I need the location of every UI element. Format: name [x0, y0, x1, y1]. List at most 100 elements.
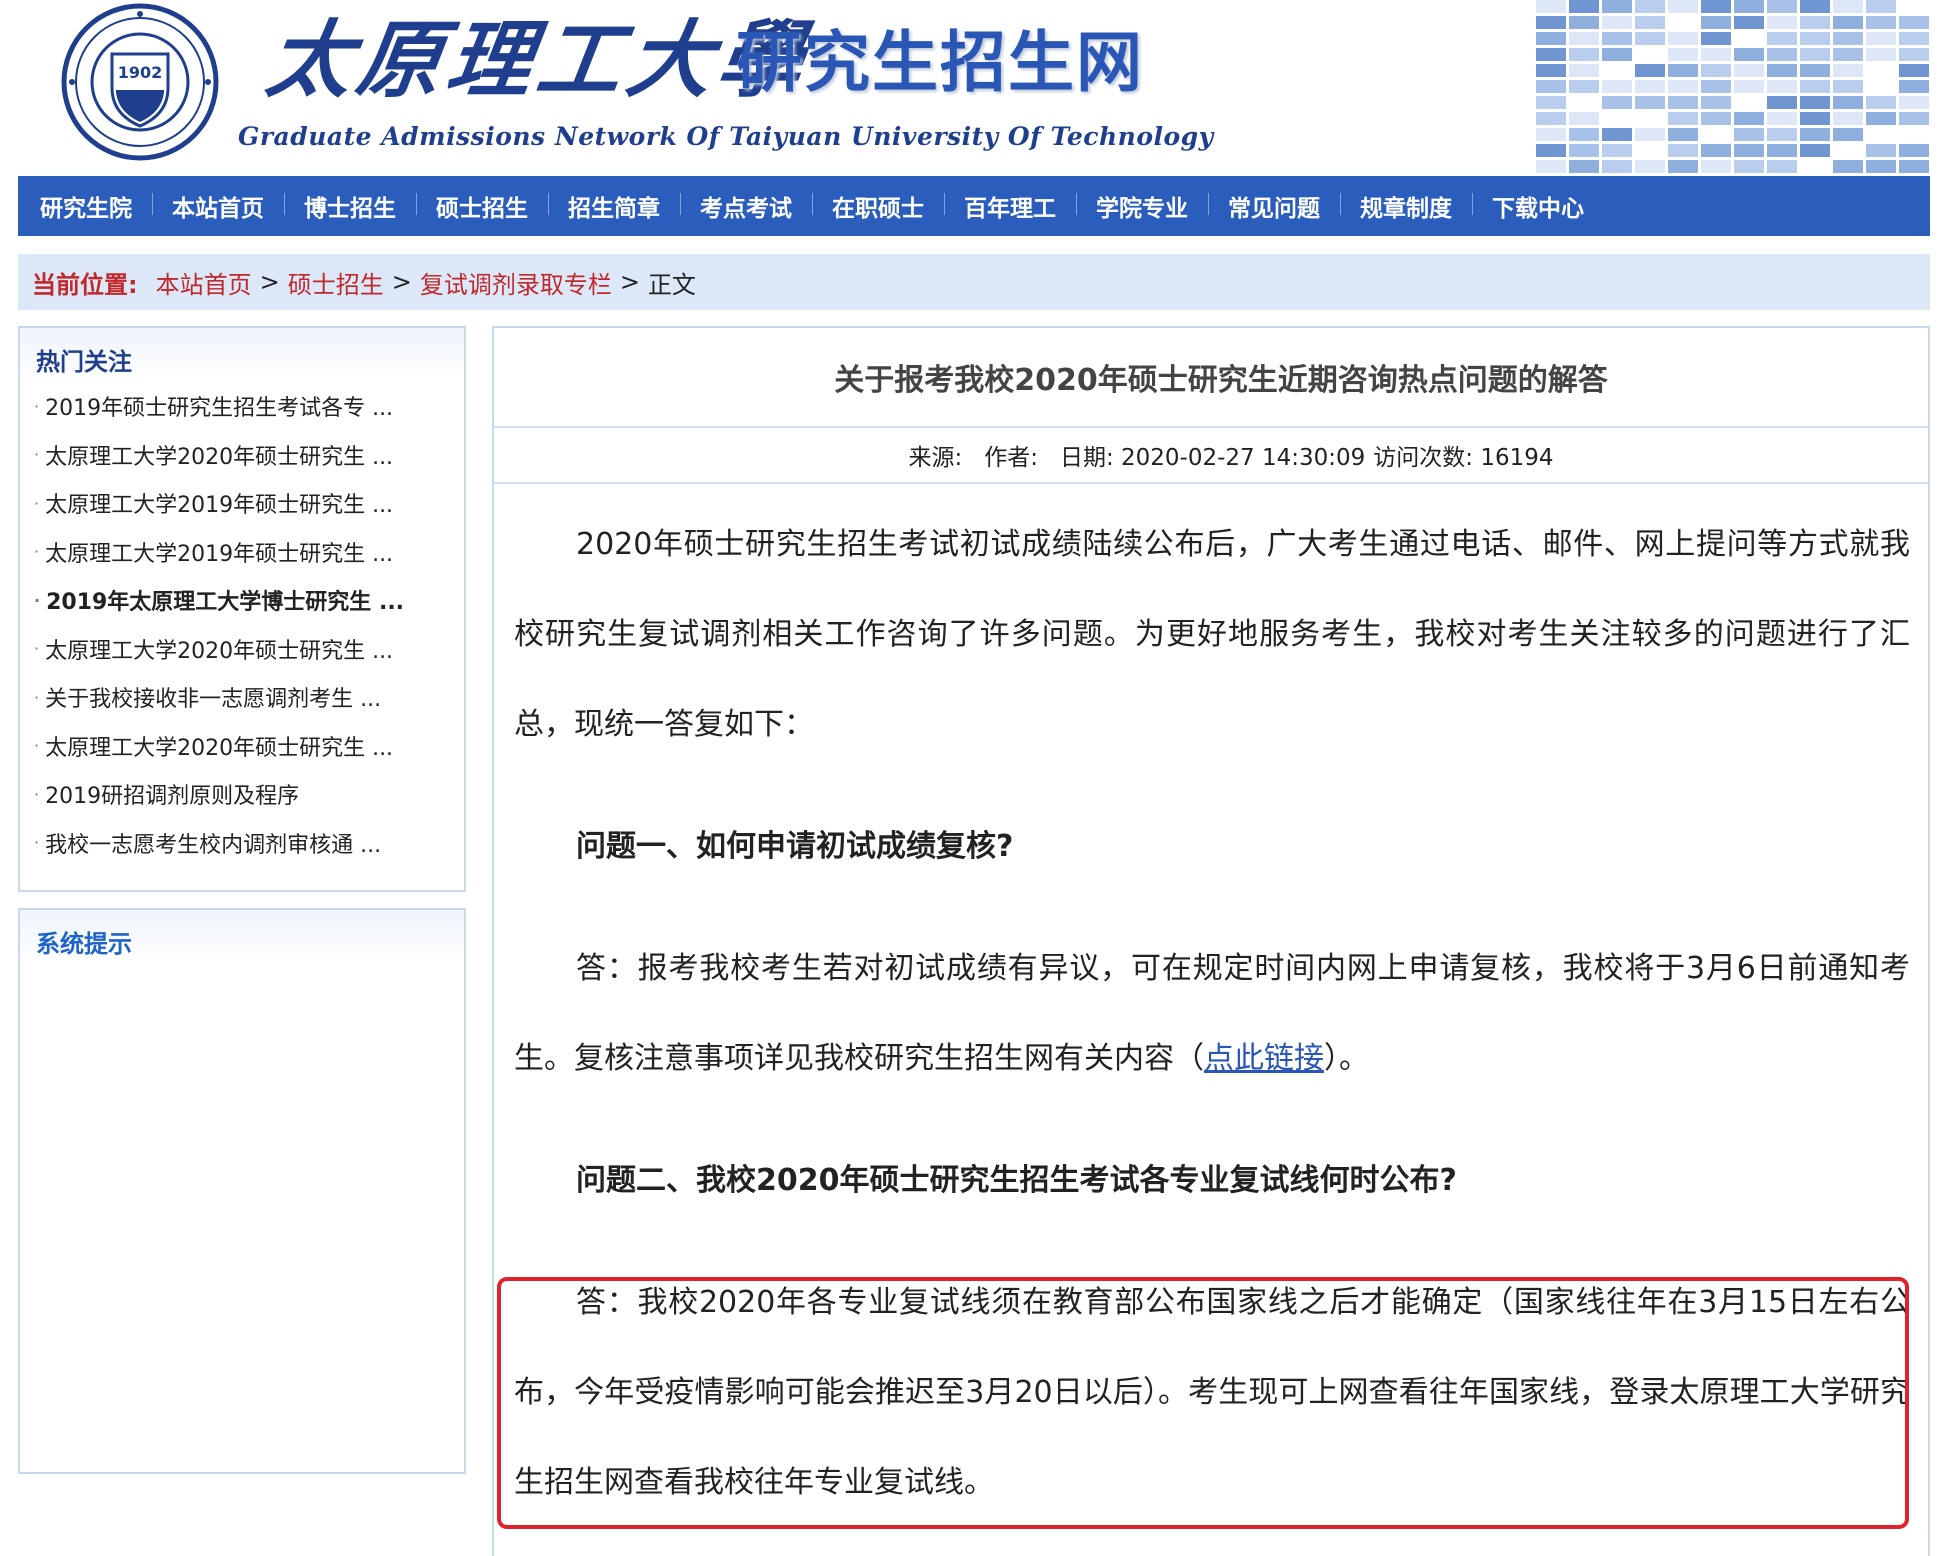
pattern-tile — [1767, 144, 1797, 157]
hot-topics-title: 热门关注 — [20, 328, 464, 380]
system-notice-panel: 系统提示 — [18, 908, 466, 1474]
pattern-tile — [1800, 80, 1830, 93]
list-item[interactable]: · 太原理工大学2020年硕士研究生 ... — [34, 625, 464, 674]
pattern-tile — [1602, 160, 1632, 173]
pattern-tile — [1536, 48, 1566, 61]
pattern-tile — [1635, 32, 1665, 45]
list-item[interactable]: · 我校一志愿考生校内调剂审核通 ... — [34, 819, 464, 868]
article-date: 日期: 2020-02-27 14:30:09 — [1059, 445, 1366, 471]
pattern-tile — [1569, 144, 1599, 157]
article-author: 作者: — [984, 445, 1038, 471]
pattern-tile — [1602, 128, 1632, 141]
breadcrumb-master-admissions[interactable]: 硕士招生 — [288, 265, 384, 300]
pattern-tile — [1602, 16, 1632, 29]
list-item[interactable]: · 太原理工大学2019年硕士研究生 ... — [34, 528, 464, 577]
pattern-tile — [1866, 64, 1896, 77]
pattern-tile — [1536, 64, 1566, 77]
nav-item-home[interactable]: 本站首页 — [152, 189, 286, 223]
breadcrumb-home[interactable]: 本站首页 — [156, 265, 252, 300]
pattern-tile — [1602, 80, 1632, 93]
pattern-tile — [1569, 96, 1599, 109]
nav-item-phd-admissions[interactable]: 博士招生 — [284, 189, 418, 223]
list-item[interactable]: · 关于我校接收非一志愿调剂考生 ... — [34, 673, 464, 722]
hot-topics-list: · 2019年硕士研究生招生考试各专 ... · 太原理工大学2020年硕士研究生 … — [20, 380, 464, 867]
nav-item-centennial[interactable]: 百年理工 — [944, 189, 1078, 223]
pattern-tile — [1833, 16, 1863, 29]
list-item[interactable]: · 2019年太原理工大学博士研究生 ... — [34, 576, 464, 625]
pattern-tile — [1635, 0, 1665, 13]
answer-one: 答：报考我校考生若对初试成绩有异议，可在规定时间内网上申请复核，我校将于3月6日… — [514, 924, 1910, 1104]
pattern-tile — [1668, 32, 1698, 45]
pattern-tile — [1734, 64, 1764, 77]
pattern-tile — [1602, 144, 1632, 157]
hot-topics-panel: 热门关注 · 2019年硕士研究生招生考试各专 ... · 太原理工大学2020年硕… — [18, 326, 466, 892]
pattern-tile — [1899, 16, 1929, 29]
article-intro-paragraph: 2020年硕士研究生招生考试初试成绩陆续公布后，广大考生通过电话、邮件、网上提问… — [514, 527, 1910, 742]
pattern-tile — [1866, 144, 1896, 157]
nav-item-colleges-majors[interactable]: 学院专业 — [1076, 189, 1210, 223]
nav-item-graduate-school[interactable]: 研究生院 — [22, 189, 154, 223]
nav-item-in-service-master[interactable]: 在职硕士 — [812, 189, 946, 223]
pattern-tile — [1536, 96, 1566, 109]
pattern-tile — [1767, 32, 1797, 45]
pattern-tile — [1734, 112, 1764, 125]
nav-item-brochure[interactable]: 招生简章 — [548, 189, 682, 223]
bullet-icon: · — [34, 493, 40, 513]
pattern-tile — [1701, 80, 1731, 93]
pattern-tile — [1899, 80, 1929, 93]
pattern-tile — [1701, 128, 1731, 141]
pattern-tile — [1866, 48, 1896, 61]
pattern-tile — [1899, 48, 1929, 61]
site-name: 研究生招生网 — [736, 24, 1144, 101]
pattern-tile — [1635, 128, 1665, 141]
question-one: 问题一、如何申请初试成绩复核? — [576, 829, 1014, 864]
pattern-tile — [1569, 32, 1599, 45]
pattern-tile — [1767, 80, 1797, 93]
nav-item-master-admissions[interactable]: 硕士招生 — [416, 189, 550, 223]
pattern-tile — [1800, 144, 1830, 157]
pattern-tile — [1800, 112, 1830, 125]
pattern-tile — [1635, 64, 1665, 77]
breadcrumb-current: 正文 — [647, 270, 696, 299]
details-link[interactable]: 点此链接 — [1204, 1041, 1324, 1076]
pattern-tile — [1569, 160, 1599, 173]
pattern-tile — [1635, 160, 1665, 173]
nav-item-regulations[interactable]: 规章制度 — [1340, 189, 1474, 223]
bullet-icon: · — [34, 736, 40, 756]
pattern-tile — [1569, 16, 1599, 29]
university-name-calligraphy: 太原理工大學 — [261, 10, 816, 109]
pattern-tile — [1734, 0, 1764, 13]
pattern-tile — [1800, 160, 1830, 173]
pattern-tile — [1668, 144, 1698, 157]
pattern-tile — [1833, 144, 1863, 157]
nav-item-exam-site[interactable]: 考点考试 — [680, 189, 814, 223]
list-item[interactable]: · 2019年硕士研究生招生考试各专 ... — [34, 382, 464, 431]
list-item[interactable]: · 太原理工大学2020年硕士研究生 ... — [34, 722, 464, 771]
pattern-tile — [1734, 80, 1764, 93]
question-two: 问题二、我校2020年硕士研究生招生考试各专业复试线何时公布? — [576, 1163, 1457, 1198]
pattern-tile — [1668, 80, 1698, 93]
pattern-tile — [1668, 128, 1698, 141]
nav-item-faq[interactable]: 常见问题 — [1208, 189, 1342, 223]
list-item[interactable]: · 太原理工大学2019年硕士研究生 ... — [34, 479, 464, 528]
pattern-tile — [1767, 64, 1797, 77]
decorative-grid-pattern — [1536, 0, 1929, 173]
breadcrumb-label: 当前位置: — [32, 270, 138, 299]
list-item-label: 太原理工大学2020年硕士研究生 ... — [45, 735, 394, 761]
article-body: 2020年硕士研究生招生考试初试成绩陆续公布后，广大考生通过电话、邮件、网上提问… — [494, 484, 1928, 1528]
breadcrumb-retest-column[interactable]: 复试调剂录取专栏 — [420, 265, 612, 300]
pattern-tile — [1899, 128, 1929, 141]
pattern-tile — [1701, 144, 1731, 157]
pattern-tile — [1833, 160, 1863, 173]
pattern-tile — [1668, 48, 1698, 61]
pattern-tile — [1866, 32, 1896, 45]
nav-item-downloads[interactable]: 下载中心 — [1472, 189, 1606, 223]
article-source: 来源: — [908, 445, 963, 471]
pattern-tile — [1767, 160, 1797, 173]
pattern-tile — [1635, 48, 1665, 61]
list-item[interactable]: · 2019研招调剂原则及程序 — [34, 770, 464, 819]
list-item[interactable]: · 太原理工大学2020年硕士研究生 ... — [34, 431, 464, 480]
bullet-icon: · — [34, 784, 40, 804]
article-title: 关于报考我校2020年硕士研究生近期咨询热点问题的解答 — [494, 328, 1928, 428]
pattern-tile — [1569, 128, 1599, 141]
